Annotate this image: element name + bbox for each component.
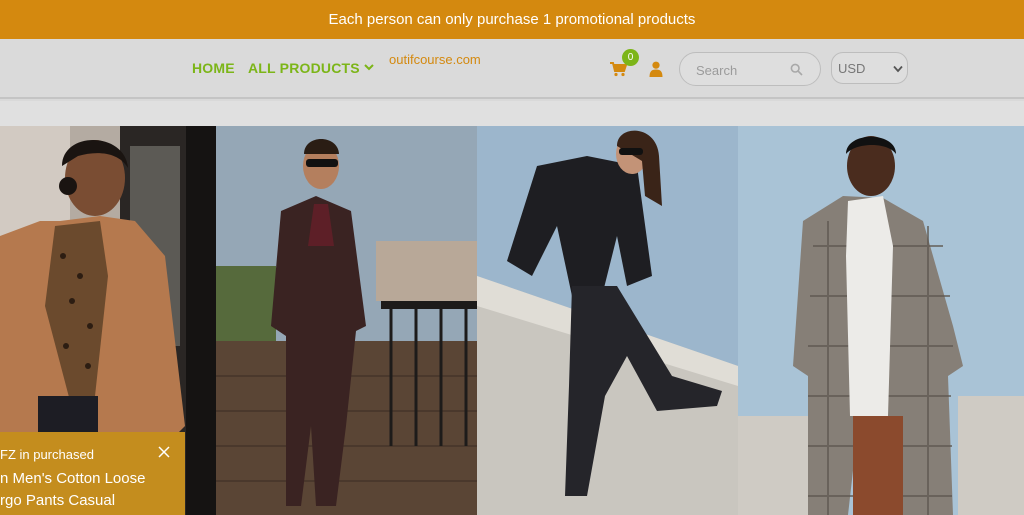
purchase-notification[interactable]: FZ in purchased n Men's Cotton Loose rgo… — [0, 432, 185, 515]
promo-bar: Each person can only purchase 1 promotio… — [0, 0, 1024, 39]
nav-all-products[interactable]: ALL PRODUCTS — [248, 60, 360, 76]
cart-count-badge: 0 — [622, 49, 639, 66]
chevron-down-icon[interactable] — [362, 60, 376, 74]
nav-home[interactable]: HOME — [192, 60, 235, 76]
user-icon[interactable] — [649, 61, 663, 77]
search-icon[interactable] — [790, 63, 803, 76]
search-box[interactable] — [679, 52, 821, 86]
search-input[interactable] — [696, 61, 788, 79]
site-logo[interactable]: outifcourse.com — [389, 52, 481, 67]
header: HOME ALL PRODUCTS outifcourse.com 0 USD — [0, 39, 1024, 99]
gallery-photo-4[interactable] — [738, 126, 1024, 515]
toast-user-text: FZ in purchased — [0, 447, 94, 462]
currency-select[interactable]: USD — [831, 52, 908, 84]
gallery-photo-3[interactable] — [477, 126, 738, 515]
header-spacer — [0, 101, 1024, 126]
promo-text: Each person can only purchase 1 promotio… — [328, 11, 696, 28]
chevron-down-icon — [893, 65, 903, 73]
toast-product-line-1: n Men's Cotton Loose — [0, 470, 146, 487]
close-icon[interactable] — [158, 446, 170, 458]
currency-value: USD — [838, 61, 866, 76]
toast-product-line-2: rgo Pants Casual — [0, 492, 116, 509]
gallery-photo-2[interactable] — [216, 126, 477, 515]
